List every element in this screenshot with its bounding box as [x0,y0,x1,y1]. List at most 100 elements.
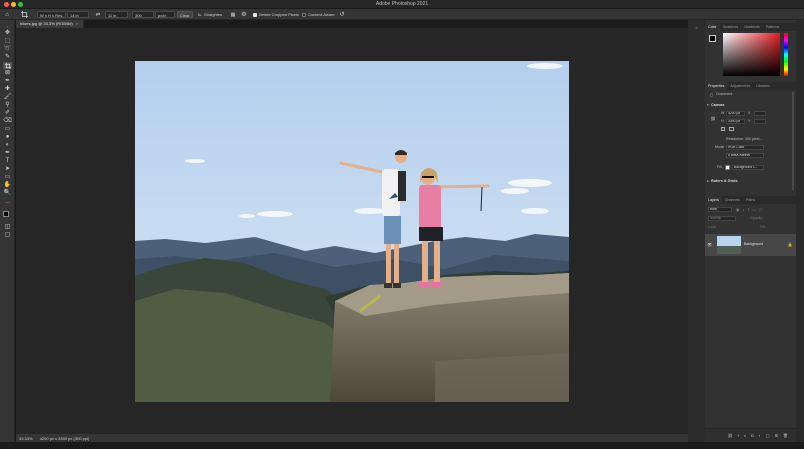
gradient-tool-icon[interactable]: ▭ [3,126,12,133]
zoom-level[interactable]: 33.33% [19,436,33,441]
straighten-label[interactable]: Straighten [204,11,222,18]
marquee-tool-icon[interactable]: ⬚ [3,38,12,45]
quick-select-tool-icon[interactable]: ✎ [3,54,12,61]
more-tools-icon[interactable]: … [3,199,12,206]
delete-cropped-checkbox[interactable]: Delete Cropped Pixels [253,11,299,18]
blur-tool-icon[interactable]: ● [3,134,12,141]
tab-layers[interactable]: Layers [705,196,722,204]
canvas-x-field[interactable] [754,111,766,116]
visibility-eye-icon[interactable]: 👁 [707,241,712,247]
properties-scrollbar[interactable] [792,92,794,190]
layer-filter-select[interactable]: Kind [708,207,732,212]
tab-adjustments[interactable]: Adjustments [727,82,753,90]
chevron-right-icon[interactable]: ▸ [707,179,709,183]
panel-expand-icon[interactable]: « [693,24,700,30]
rectangle-tool-icon[interactable]: ▭ [3,174,12,181]
quick-mask-icon[interactable]: ◫ [3,224,12,231]
foreground-color-swatch[interactable] [3,211,9,217]
h-label: H [721,119,724,123]
y-label: Y [748,119,751,123]
resolution-field[interactable]: 300 [132,11,154,18]
close-tab-icon[interactable]: × [76,21,78,26]
tab-patterns[interactable]: Patterns [763,23,782,31]
eyedropper-tool-icon[interactable]: ✒ [3,78,12,85]
portrait-orientation-icon[interactable] [721,127,725,131]
healing-brush-tool-icon[interactable]: ✚ [3,86,12,93]
width-field[interactable]: 14 in [67,11,89,18]
mode-select[interactable]: RGB Color [726,145,764,150]
layers-panel-tabs: Layers Channels Paths [705,196,796,204]
opacity-label: Opacity: [750,216,764,220]
title-bar: Adobe Photoshop 2021 [0,0,804,9]
color-picker-field[interactable] [723,33,780,76]
document-image[interactable] [135,61,569,402]
height-field[interactable]: 11 in [105,11,128,18]
resolution-unit-select[interactable]: px/in [155,11,175,18]
tab-channels[interactable]: Channels [722,196,743,204]
canvas-width-field[interactable]: 4200 px [726,111,745,116]
clear-button[interactable]: Clear [177,11,193,18]
layer-name[interactable]: Background [744,242,763,246]
crop-icon[interactable] [19,11,29,18]
canvas-y-field[interactable] [754,119,766,124]
layer-row-background[interactable]: 👁 Background 🔒 [705,234,796,256]
tab-swatches[interactable]: Swatches [720,23,742,31]
frame-tool-icon[interactable]: ⊠ [3,70,12,77]
options-bar: ⌂ W x H x Res... 14 in ⇄ 11 in 300 px/in… [0,9,804,20]
zoom-tool-icon[interactable]: 🔍 [3,190,12,197]
lock-icon[interactable]: 🔒 [788,241,793,247]
layer-action-icons[interactable]: ⛓fx◘◐▢⊞🗑 [709,433,793,439]
link-icon[interactable]: ⛓ [710,115,715,121]
ratio-select[interactable]: W x H x Res... [37,11,66,18]
tab-color[interactable]: Color [705,23,720,31]
pen-tool-icon[interactable]: ✒ [3,150,12,157]
type-tool-icon[interactable]: T [3,158,12,165]
eraser-tool-icon[interactable]: ⌫ [3,118,12,125]
layer-filter-icons[interactable]: ▣◑T▭▢ [736,208,788,212]
tab-paths[interactable]: Paths [743,196,758,204]
chevron-down-icon[interactable]: ▾ [707,103,709,107]
reset-icon[interactable]: ↺ [338,11,346,18]
layers-panel-footer: ⛓fx◘◐▢⊞🗑 [705,428,796,442]
hand-tool-icon[interactable]: ✋ [3,182,12,189]
hue-slider[interactable] [784,33,788,76]
content-aware-label: Content-Aware [308,12,335,17]
home-icon[interactable]: ⌂ [3,11,11,18]
properties-panel-tabs: Properties Adjustments Libraries [705,82,796,90]
delete-cropped-label: Delete Cropped Pixels [259,12,299,17]
right-panels: Color Swatches Gradients Patterns Proper… [705,20,796,442]
color-foreground-swatch[interactable] [709,35,716,42]
content-aware-checkbox[interactable]: Content-Aware [302,11,335,18]
swap-icon[interactable]: ⇄ [95,11,101,18]
tab-libraries[interactable]: Libraries [753,82,773,90]
brush-tool-icon[interactable]: 🖌 [3,94,12,101]
crop-tool-icon[interactable] [3,62,12,69]
gear-icon[interactable]: ⚙ [240,11,248,18]
history-brush-tool-icon[interactable]: ✐ [3,110,12,117]
landscape-orientation-icon[interactable] [729,127,734,131]
dodge-tool-icon[interactable]: ◐ [3,142,12,149]
hikers-photo [135,61,569,402]
screen-mode-icon[interactable]: ▢ [3,232,12,239]
tab-gradients[interactable]: Gradients [741,23,763,31]
tab-properties[interactable]: Properties [705,82,728,90]
resolution-text: Resolution: 300 pixel... [726,137,763,141]
fill-select[interactable]: Background C... [732,165,764,170]
checkbox-unchecked-icon [302,12,306,17]
fill-label: Fill [717,165,722,169]
clone-stamp-tool-icon[interactable]: ⚲ [3,102,12,109]
canvas-height-field[interactable]: 3300 px [726,119,745,124]
document-info[interactable]: 4200 px x 3300 px (300 ppi) [40,436,90,441]
straighten-icon[interactable]: ⊾ [196,11,204,18]
move-tool-icon[interactable]: ✥ [3,30,12,37]
overlay-grid-icon[interactable]: ▦ [229,11,237,18]
document-tab[interactable]: hikers.jpg @ 33.3% (RGB/8#) × [16,20,84,28]
lasso-tool-icon[interactable]: ➰ [3,46,12,53]
panels-edge [796,20,804,442]
app-title: Adobe Photoshop 2021 [375,1,429,7]
path-selection-tool-icon[interactable]: ➤ [3,166,12,173]
blend-mode-select[interactable]: Normal [708,216,736,221]
bit-depth-select[interactable]: 8 Bits/Channel [726,153,764,158]
toolbar-collapse-icon[interactable]: » [3,23,12,30]
fill-color-swatch[interactable] [725,165,730,170]
